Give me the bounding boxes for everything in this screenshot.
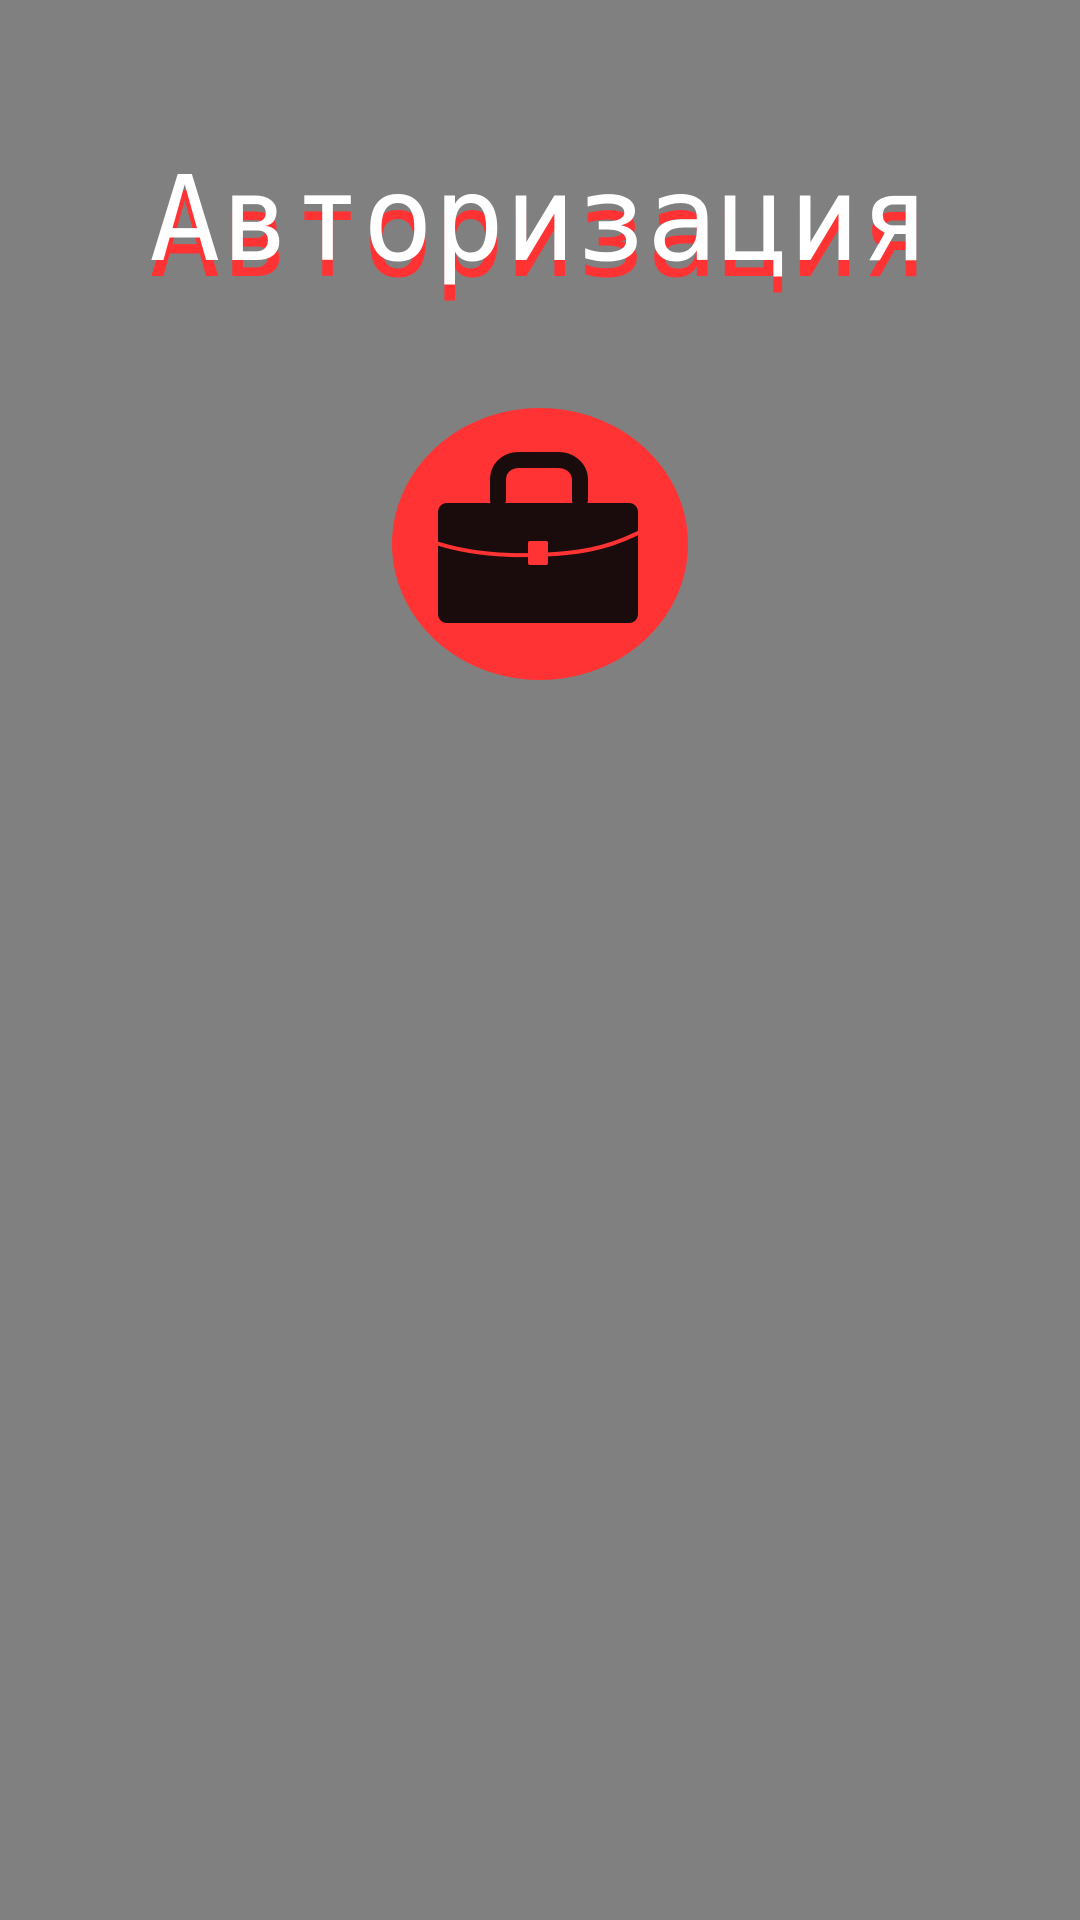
- page-title: Авторизация Авторизация: [0, 160, 1080, 320]
- authorization-screen: Авторизация Авторизация: [0, 0, 1080, 1920]
- briefcase-icon: [392, 408, 688, 680]
- page-title-text: Авторизация: [149, 150, 931, 288]
- app-logo: [392, 408, 688, 680]
